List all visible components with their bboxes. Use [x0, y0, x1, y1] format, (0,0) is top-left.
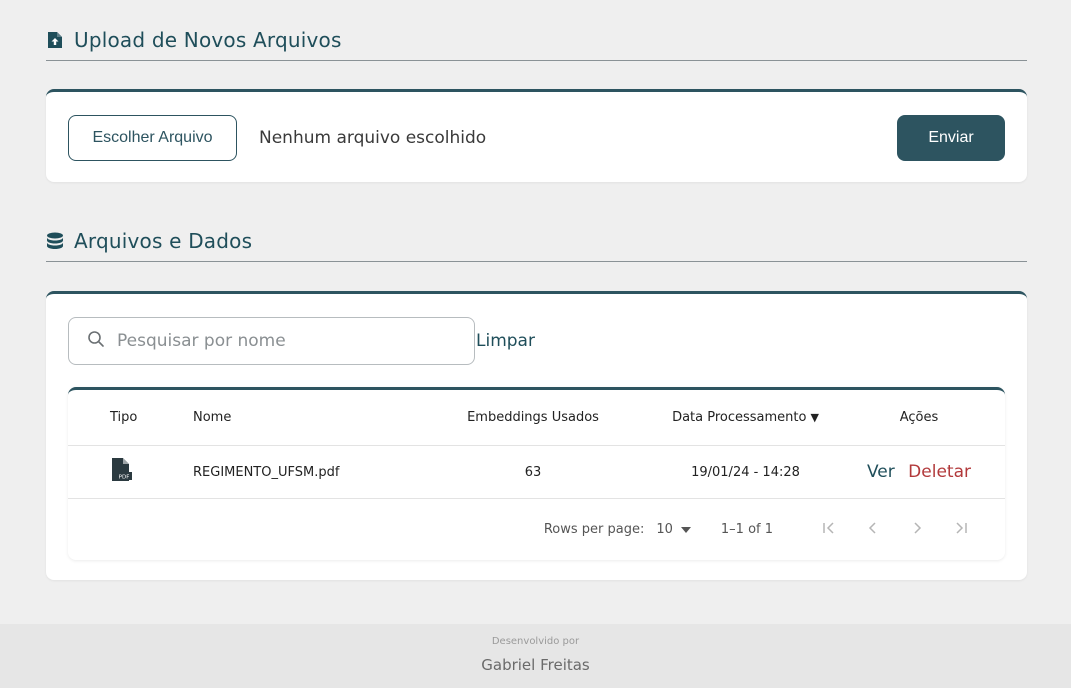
- svg-text:PDF: PDF: [119, 475, 130, 481]
- column-header-acoes: Ações: [899, 410, 939, 425]
- embeddings-count: 63: [524, 464, 542, 480]
- caret-down-icon: [680, 522, 691, 537]
- type-cell: PDF: [68, 457, 193, 487]
- column-header-embeddings: Embeddings Usados: [467, 410, 599, 425]
- search-box[interactable]: [68, 317, 475, 365]
- file-status-text: Nenhum arquivo escolhido: [259, 128, 487, 148]
- delete-link[interactable]: Deletar: [908, 462, 971, 482]
- page: Upload de Novos Arquivos Escolher Arquiv…: [0, 0, 1071, 688]
- pagination-range: 1–1 of 1: [720, 521, 773, 537]
- author-name: Gabriel Freitas: [481, 656, 590, 674]
- files-card: Limpar Tipo Nome Embeddings Usados Data …: [46, 291, 1027, 580]
- send-button[interactable]: Enviar: [897, 115, 1005, 161]
- upload-section-header: Upload de Novos Arquivos: [46, 28, 1027, 61]
- last-page-icon[interactable]: [939, 520, 983, 539]
- column-header-data[interactable]: Data Processamento ▼: [658, 410, 833, 425]
- pdf-file-icon: PDF: [110, 458, 132, 487]
- choose-file-button[interactable]: Escolher Arquivo: [68, 115, 237, 161]
- table-header: Tipo Nome Embeddings Usados Data Process…: [68, 390, 1005, 446]
- column-header-tipo: Tipo: [110, 410, 138, 425]
- search-input[interactable]: [117, 331, 447, 351]
- pagination: Rows per page: 10 1–1 of 1: [68, 500, 1005, 558]
- rows-per-page-label: Rows per page:: [543, 521, 645, 537]
- view-link[interactable]: Ver: [867, 462, 895, 482]
- developed-by-label: Desenvolvido por: [491, 636, 580, 647]
- clear-search-link[interactable]: Limpar: [476, 331, 535, 351]
- upload-section-title: Upload de Novos Arquivos: [74, 28, 342, 52]
- search-icon: [87, 330, 105, 352]
- column-header-data-label: Data Processamento: [672, 410, 807, 425]
- file-upload-icon: [46, 31, 64, 49]
- footer: Desenvolvido por Gabriel Freitas: [0, 624, 1071, 688]
- previous-page-icon[interactable]: [851, 520, 895, 539]
- first-page-icon[interactable]: [807, 520, 851, 539]
- rows-per-page-value: 10: [656, 521, 673, 537]
- files-table: Tipo Nome Embeddings Usados Data Process…: [68, 387, 1005, 560]
- data-section-title: Arquivos e Dados: [74, 229, 253, 253]
- processed-date: 19/01/24 - 14:28: [691, 464, 800, 480]
- upload-card: Escolher Arquivo Nenhum arquivo escolhid…: [46, 89, 1027, 182]
- file-name: REGIMENTO_UFSM.pdf: [193, 464, 340, 480]
- sort-desc-icon[interactable]: ▼: [810, 411, 818, 424]
- data-section-header: Arquivos e Dados: [46, 229, 1027, 262]
- actions-cell: Ver Deletar: [833, 462, 1005, 482]
- table-row: PDF REGIMENTO_UFSM.pdf 63 19/01/24 - 14:…: [68, 446, 1005, 499]
- database-icon: [46, 232, 64, 250]
- rows-per-page-select[interactable]: 10: [656, 522, 691, 537]
- next-page-icon[interactable]: [895, 520, 939, 539]
- column-header-nome: Nome: [193, 410, 232, 425]
